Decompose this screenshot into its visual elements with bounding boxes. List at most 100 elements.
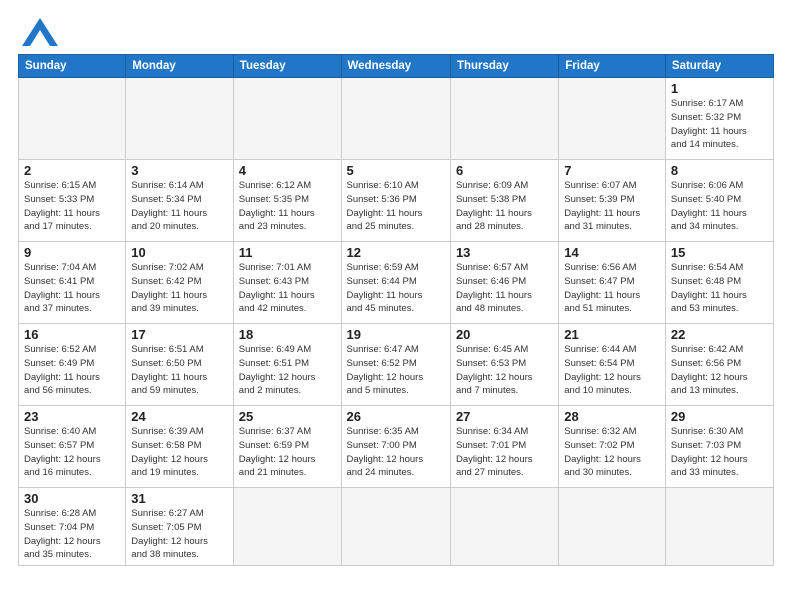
day-info: Sunrise: 6:17 AM Sunset: 5:32 PM Dayligh… xyxy=(671,97,768,152)
weekday-header-friday: Friday xyxy=(559,55,666,78)
day-number: 8 xyxy=(671,163,768,178)
day-number: 17 xyxy=(131,327,227,342)
calendar-cell xyxy=(450,78,558,160)
day-info: Sunrise: 6:52 AM Sunset: 6:49 PM Dayligh… xyxy=(24,343,120,398)
calendar-cell: 15Sunrise: 6:54 AM Sunset: 6:48 PM Dayli… xyxy=(665,242,773,324)
day-number: 30 xyxy=(24,491,120,506)
day-info: Sunrise: 7:01 AM Sunset: 6:43 PM Dayligh… xyxy=(239,261,336,316)
day-number: 20 xyxy=(456,327,553,342)
calendar-week-2: 9Sunrise: 7:04 AM Sunset: 6:41 PM Daylig… xyxy=(19,242,774,324)
weekday-header-tuesday: Tuesday xyxy=(233,55,341,78)
calendar-cell xyxy=(233,78,341,160)
calendar-cell: 5Sunrise: 6:10 AM Sunset: 5:36 PM Daylig… xyxy=(341,160,450,242)
calendar-week-1: 2Sunrise: 6:15 AM Sunset: 5:33 PM Daylig… xyxy=(19,160,774,242)
calendar-cell: 14Sunrise: 6:56 AM Sunset: 6:47 PM Dayli… xyxy=(559,242,666,324)
day-info: Sunrise: 6:51 AM Sunset: 6:50 PM Dayligh… xyxy=(131,343,227,398)
day-info: Sunrise: 7:04 AM Sunset: 6:41 PM Dayligh… xyxy=(24,261,120,316)
calendar-cell: 3Sunrise: 6:14 AM Sunset: 5:34 PM Daylig… xyxy=(126,160,233,242)
calendar-cell: 22Sunrise: 6:42 AM Sunset: 6:56 PM Dayli… xyxy=(665,324,773,406)
day-info: Sunrise: 6:06 AM Sunset: 5:40 PM Dayligh… xyxy=(671,179,768,234)
day-info: Sunrise: 6:27 AM Sunset: 7:05 PM Dayligh… xyxy=(131,507,227,562)
calendar-cell: 9Sunrise: 7:04 AM Sunset: 6:41 PM Daylig… xyxy=(19,242,126,324)
day-number: 21 xyxy=(564,327,660,342)
day-number: 6 xyxy=(456,163,553,178)
day-number: 5 xyxy=(347,163,445,178)
day-number: 16 xyxy=(24,327,120,342)
day-number: 3 xyxy=(131,163,227,178)
day-number: 26 xyxy=(347,409,445,424)
calendar-cell xyxy=(233,488,341,566)
calendar-cell: 20Sunrise: 6:45 AM Sunset: 6:53 PM Dayli… xyxy=(450,324,558,406)
weekday-header-monday: Monday xyxy=(126,55,233,78)
day-number: 1 xyxy=(671,81,768,96)
day-info: Sunrise: 6:30 AM Sunset: 7:03 PM Dayligh… xyxy=(671,425,768,480)
day-number: 11 xyxy=(239,245,336,260)
day-number: 19 xyxy=(347,327,445,342)
calendar-cell: 4Sunrise: 6:12 AM Sunset: 5:35 PM Daylig… xyxy=(233,160,341,242)
calendar-cell: 1Sunrise: 6:17 AM Sunset: 5:32 PM Daylig… xyxy=(665,78,773,160)
day-info: Sunrise: 6:09 AM Sunset: 5:38 PM Dayligh… xyxy=(456,179,553,234)
day-number: 7 xyxy=(564,163,660,178)
calendar-cell xyxy=(19,78,126,160)
day-info: Sunrise: 6:42 AM Sunset: 6:56 PM Dayligh… xyxy=(671,343,768,398)
calendar-cell: 8Sunrise: 6:06 AM Sunset: 5:40 PM Daylig… xyxy=(665,160,773,242)
day-info: Sunrise: 6:37 AM Sunset: 6:59 PM Dayligh… xyxy=(239,425,336,480)
day-info: Sunrise: 6:34 AM Sunset: 7:01 PM Dayligh… xyxy=(456,425,553,480)
day-info: Sunrise: 6:59 AM Sunset: 6:44 PM Dayligh… xyxy=(347,261,445,316)
calendar-week-0: 1Sunrise: 6:17 AM Sunset: 5:32 PM Daylig… xyxy=(19,78,774,160)
day-number: 22 xyxy=(671,327,768,342)
day-info: Sunrise: 6:54 AM Sunset: 6:48 PM Dayligh… xyxy=(671,261,768,316)
calendar-cell: 13Sunrise: 6:57 AM Sunset: 6:46 PM Dayli… xyxy=(450,242,558,324)
calendar-cell xyxy=(126,78,233,160)
day-info: Sunrise: 6:40 AM Sunset: 6:57 PM Dayligh… xyxy=(24,425,120,480)
calendar-cell: 16Sunrise: 6:52 AM Sunset: 6:49 PM Dayli… xyxy=(19,324,126,406)
calendar-week-3: 16Sunrise: 6:52 AM Sunset: 6:49 PM Dayli… xyxy=(19,324,774,406)
calendar-cell: 10Sunrise: 7:02 AM Sunset: 6:42 PM Dayli… xyxy=(126,242,233,324)
day-info: Sunrise: 6:56 AM Sunset: 6:47 PM Dayligh… xyxy=(564,261,660,316)
calendar-cell: 30Sunrise: 6:28 AM Sunset: 7:04 PM Dayli… xyxy=(19,488,126,566)
day-number: 9 xyxy=(24,245,120,260)
day-info: Sunrise: 6:39 AM Sunset: 6:58 PM Dayligh… xyxy=(131,425,227,480)
calendar-cell: 29Sunrise: 6:30 AM Sunset: 7:03 PM Dayli… xyxy=(665,406,773,488)
day-info: Sunrise: 6:07 AM Sunset: 5:39 PM Dayligh… xyxy=(564,179,660,234)
day-info: Sunrise: 6:32 AM Sunset: 7:02 PM Dayligh… xyxy=(564,425,660,480)
calendar-cell: 17Sunrise: 6:51 AM Sunset: 6:50 PM Dayli… xyxy=(126,324,233,406)
calendar-cell: 2Sunrise: 6:15 AM Sunset: 5:33 PM Daylig… xyxy=(19,160,126,242)
day-info: Sunrise: 6:10 AM Sunset: 5:36 PM Dayligh… xyxy=(347,179,445,234)
calendar-cell: 25Sunrise: 6:37 AM Sunset: 6:59 PM Dayli… xyxy=(233,406,341,488)
calendar-cell: 26Sunrise: 6:35 AM Sunset: 7:00 PM Dayli… xyxy=(341,406,450,488)
day-number: 24 xyxy=(131,409,227,424)
calendar-week-4: 23Sunrise: 6:40 AM Sunset: 6:57 PM Dayli… xyxy=(19,406,774,488)
calendar-cell xyxy=(559,488,666,566)
page: SundayMondayTuesdayWednesdayThursdayFrid… xyxy=(0,0,792,612)
day-number: 31 xyxy=(131,491,227,506)
weekday-header-thursday: Thursday xyxy=(450,55,558,78)
day-info: Sunrise: 6:57 AM Sunset: 6:46 PM Dayligh… xyxy=(456,261,553,316)
day-number: 2 xyxy=(24,163,120,178)
calendar-cell: 6Sunrise: 6:09 AM Sunset: 5:38 PM Daylig… xyxy=(450,160,558,242)
weekday-header-saturday: Saturday xyxy=(665,55,773,78)
day-number: 13 xyxy=(456,245,553,260)
day-number: 14 xyxy=(564,245,660,260)
weekday-header-row: SundayMondayTuesdayWednesdayThursdayFrid… xyxy=(19,55,774,78)
calendar-cell: 24Sunrise: 6:39 AM Sunset: 6:58 PM Dayli… xyxy=(126,406,233,488)
calendar-cell xyxy=(341,78,450,160)
logo-icon xyxy=(22,18,58,46)
calendar-cell xyxy=(665,488,773,566)
calendar-cell: 19Sunrise: 6:47 AM Sunset: 6:52 PM Dayli… xyxy=(341,324,450,406)
weekday-header-sunday: Sunday xyxy=(19,55,126,78)
day-info: Sunrise: 6:14 AM Sunset: 5:34 PM Dayligh… xyxy=(131,179,227,234)
calendar-cell: 12Sunrise: 6:59 AM Sunset: 6:44 PM Dayli… xyxy=(341,242,450,324)
logo xyxy=(18,18,58,46)
day-number: 29 xyxy=(671,409,768,424)
day-number: 10 xyxy=(131,245,227,260)
day-info: Sunrise: 6:45 AM Sunset: 6:53 PM Dayligh… xyxy=(456,343,553,398)
calendar-cell: 18Sunrise: 6:49 AM Sunset: 6:51 PM Dayli… xyxy=(233,324,341,406)
day-info: Sunrise: 6:47 AM Sunset: 6:52 PM Dayligh… xyxy=(347,343,445,398)
calendar-cell: 21Sunrise: 6:44 AM Sunset: 6:54 PM Dayli… xyxy=(559,324,666,406)
calendar-cell: 11Sunrise: 7:01 AM Sunset: 6:43 PM Dayli… xyxy=(233,242,341,324)
day-number: 12 xyxy=(347,245,445,260)
day-number: 25 xyxy=(239,409,336,424)
day-info: Sunrise: 6:49 AM Sunset: 6:51 PM Dayligh… xyxy=(239,343,336,398)
calendar-cell: 31Sunrise: 6:27 AM Sunset: 7:05 PM Dayli… xyxy=(126,488,233,566)
